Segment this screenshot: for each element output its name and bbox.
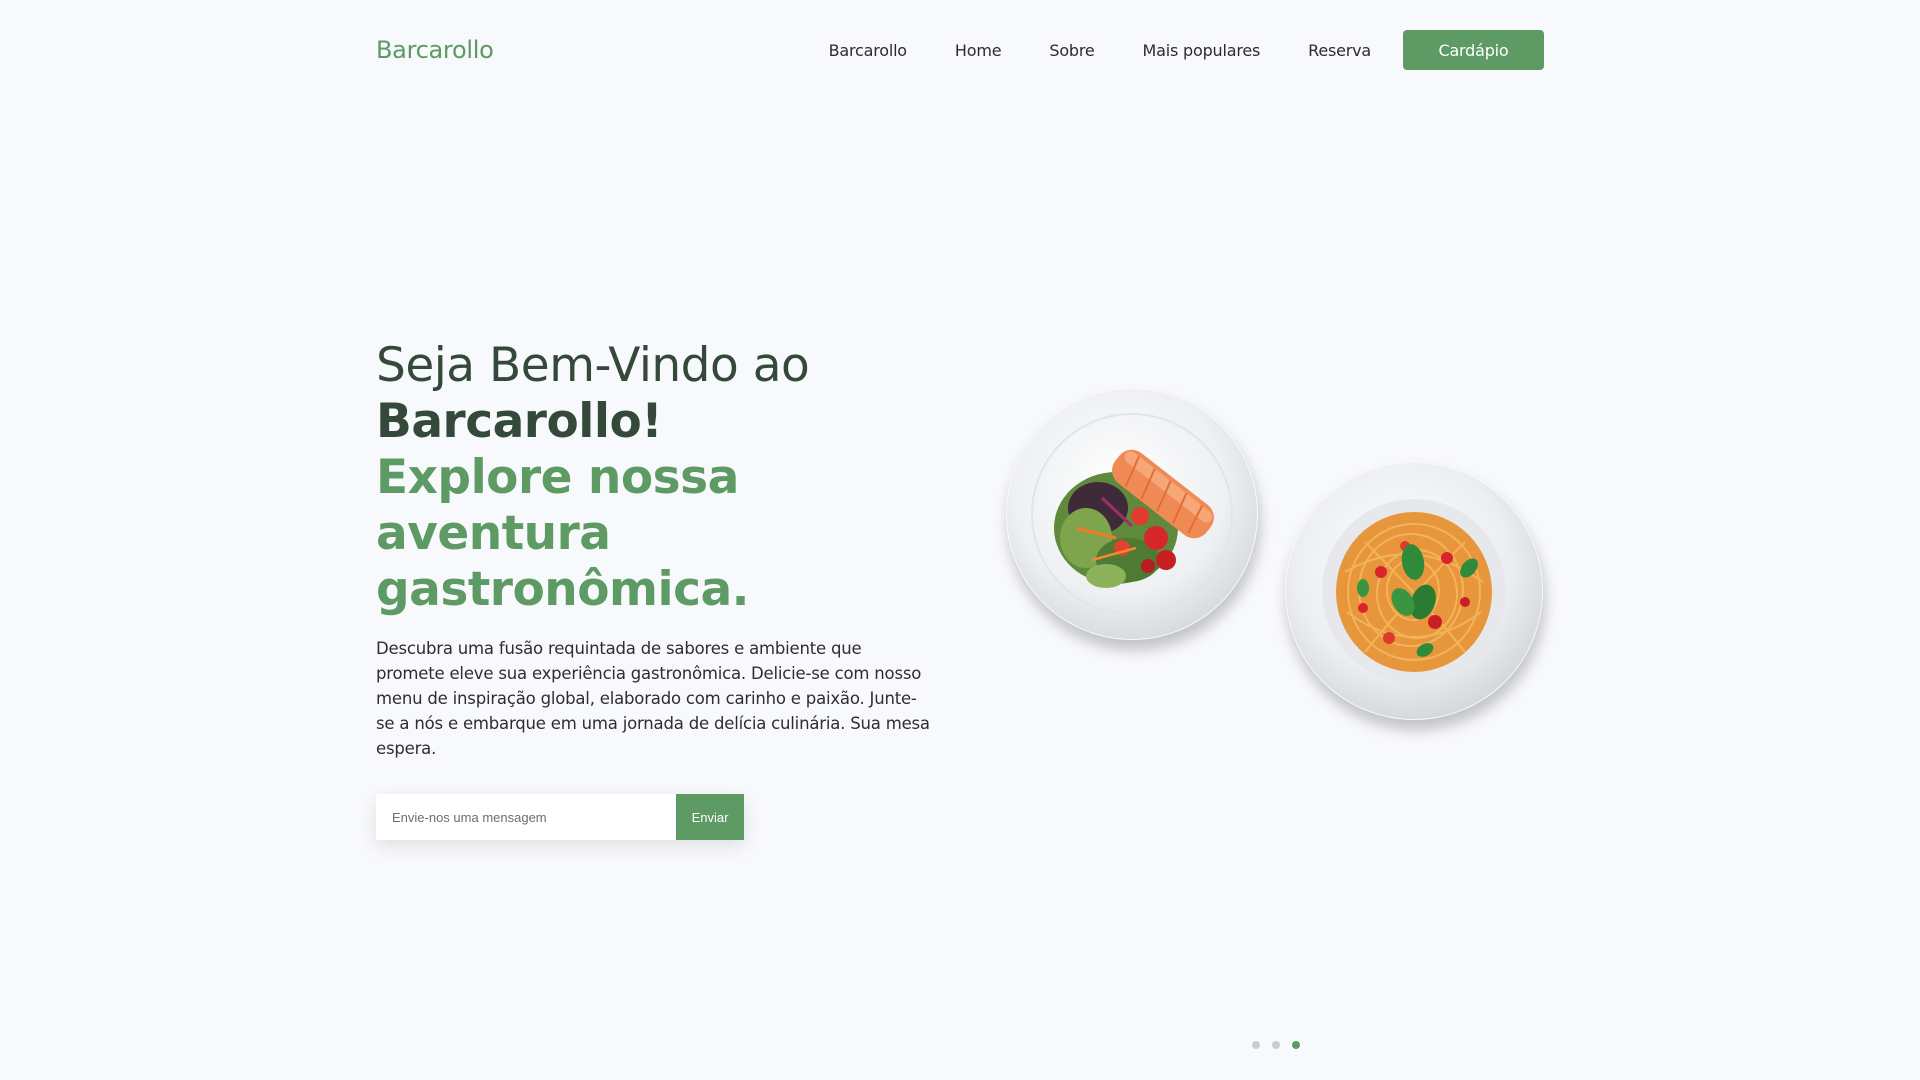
site-header: Barcarollo Barcarollo Home Sobre Mais po…: [376, 30, 1544, 70]
carousel-indicators: [1252, 1041, 1300, 1049]
carousel-dot-2[interactable]: [1272, 1041, 1280, 1049]
carousel-dot-3[interactable]: [1292, 1041, 1300, 1049]
logo[interactable]: Barcarollo: [376, 36, 494, 64]
nav-link-barcarollo[interactable]: Barcarollo: [829, 41, 908, 60]
landing-page: Barcarollo Barcarollo Home Sobre Mais po…: [0, 0, 1920, 1080]
hero-tagline: Explore nossa aventura gastronômica.: [376, 450, 750, 617]
spaghetti-plate: [1285, 462, 1543, 720]
nav-link-reserva[interactable]: Reserva: [1308, 41, 1371, 60]
nav-link-sobre[interactable]: Sobre: [1049, 41, 1094, 60]
message-form: Enviar: [376, 794, 744, 840]
welcome-text: Seja Bem-Vindo ao: [376, 338, 810, 393]
main-nav: Barcarollo Home Sobre Mais populares Res…: [829, 30, 1544, 70]
menu-button[interactable]: Cardápio: [1403, 30, 1544, 70]
hero-heading: Seja Bem-Vindo ao Barcarollo! Explore no…: [376, 338, 936, 618]
brand-name: Barcarollo!: [376, 394, 663, 449]
hero-section: Seja Bem-Vindo ao Barcarollo! Explore no…: [376, 338, 936, 761]
nav-link-mais-populares[interactable]: Mais populares: [1143, 41, 1261, 60]
send-button[interactable]: Enviar: [676, 794, 744, 840]
message-input[interactable]: [376, 794, 676, 840]
nav-link-home[interactable]: Home: [955, 41, 1002, 60]
salmon-salad-plate: [1006, 388, 1258, 640]
hero-description: Descubra uma fusão requintada de sabores…: [376, 639, 930, 758]
carousel-dot-1[interactable]: [1252, 1041, 1260, 1049]
